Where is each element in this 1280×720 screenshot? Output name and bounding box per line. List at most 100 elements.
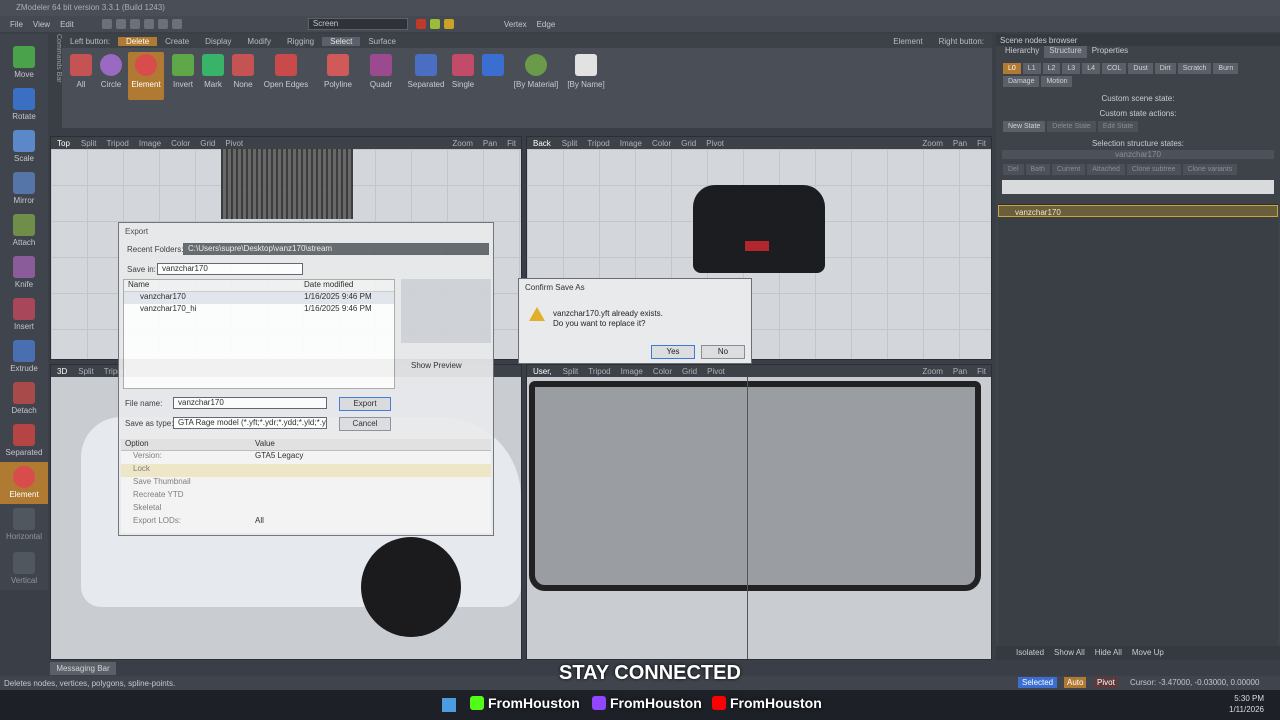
isolated-button[interactable]: Isolated [1016,648,1044,658]
vp-pivot[interactable]: Pivot [702,367,730,376]
axis-x-icon[interactable] [415,19,426,29]
messaging-bar-tab[interactable]: Messaging Bar [50,662,116,675]
vp-color[interactable]: Color [648,367,677,376]
tab-properties[interactable]: Properties [1087,46,1133,58]
extrude-tool[interactable]: Extrude [0,336,48,378]
vp-pan[interactable]: Pan [948,139,972,148]
vp-image[interactable]: Image [615,139,647,148]
option-value[interactable]: GTA5 Legacy [255,451,385,464]
tab-structure[interactable]: Structure [1044,46,1087,58]
knife-tool[interactable]: Knife [0,252,48,294]
motion-select[interactable]: Motion [1041,76,1073,87]
element-mode-badge[interactable]: Element [885,37,930,46]
menu-file[interactable]: File [6,20,27,29]
vp-split[interactable]: Split [557,139,583,148]
yes-button[interactable]: Yes [651,345,695,359]
vp-color[interactable]: Color [647,139,676,148]
render-icon[interactable] [171,19,182,29]
select-element-button[interactable]: Element [128,52,164,100]
pivot-indicator[interactable]: Pivot [1094,677,1118,688]
undo-icon[interactable] [143,19,154,29]
col-date[interactable]: Date modified [304,280,353,291]
edge-mode[interactable]: Edge [533,20,560,29]
vp-zoom[interactable]: Zoom [917,367,947,376]
state-input[interactable] [1002,180,1274,194]
select-by-material-button[interactable]: [By Material] [512,52,560,100]
show-preview-checkbox[interactable]: Show Preview [411,361,462,370]
lod-chip[interactable]: Burn [1213,63,1239,74]
selected-indicator[interactable]: Selected [1018,677,1058,688]
new-icon[interactable] [101,19,112,29]
lod-chip[interactable]: L1 [1022,63,1041,74]
save-type-select[interactable]: GTA Rage model (*.yft;*.ydr;*.ydd;*.yld;… [173,417,327,429]
lod-chip[interactable]: L2 [1042,63,1061,74]
sel-chip[interactable]: Clone subtree [1126,164,1181,175]
scale-tool[interactable]: Scale [0,126,48,168]
sel-chip[interactable]: Attached [1087,164,1125,175]
vp-color[interactable]: Color [166,139,195,148]
auto-indicator[interactable]: Auto [1064,677,1087,688]
select-by-name-button[interactable]: [By Name] [566,52,606,100]
tab-select[interactable]: Select [322,36,361,46]
lod-chip[interactable]: COL [1101,63,1127,74]
move-tool[interactable]: Move [0,42,48,84]
select-quadr-button[interactable]: Quadr [366,52,396,100]
tab-modify[interactable]: Modify [239,37,279,46]
vp-fit[interactable]: Fit [502,139,521,148]
select-none-button[interactable]: None [230,52,256,100]
vp-tripod[interactable]: Tripod [583,367,615,376]
viewport-user[interactable]: User, Split Tripod Image Color Grid Pivot Zoo… [526,364,992,660]
detach-tool[interactable]: Detach [0,378,48,420]
file-row-name[interactable]: vanzchar170 [124,292,304,304]
horizontal-tool[interactable]: Horizontal [0,504,48,546]
move-up-button[interactable]: Move Up [1132,648,1164,658]
vertex-mode[interactable]: Vertex [500,20,531,29]
tab-hierarchy[interactable]: Hierarchy [1000,46,1044,58]
select-invert-button[interactable]: Invert [170,52,196,100]
file-list[interactable]: Name Date modified vanzchar170 1/16/2025 9… [123,279,395,389]
vp-pivot[interactable]: Pivot [701,139,729,148]
lod-chip[interactable]: L3 [1062,63,1081,74]
lod-chip[interactable]: L0 [1003,63,1021,74]
select-all-button[interactable]: All [68,52,94,100]
select-separated-button[interactable]: Separated [406,52,446,100]
select-single-button[interactable]: Single [450,52,476,100]
file-name-input[interactable]: vanzchar170 [173,397,327,409]
vp-split[interactable]: Split [73,367,99,376]
windows-start-icon[interactable] [442,698,456,712]
vp-pan[interactable]: Pan [948,367,972,376]
select-id-button[interactable] [480,52,506,100]
recent-folders-select[interactable]: C:\Users\supre\Desktop\vanz170\stream [183,243,489,255]
tree-node[interactable]: vanzchar170 [998,205,1278,217]
new-state-button[interactable]: New State [1003,121,1046,132]
lod-chip[interactable]: Dust [1128,63,1153,74]
hide-all-button[interactable]: Hide All [1095,648,1122,658]
select-polyline-button[interactable]: Polyline [320,52,356,100]
vp-fit[interactable]: Fit [972,139,991,148]
vp-split[interactable]: Split [558,367,584,376]
open-icon[interactable] [115,19,126,29]
axis-z-icon[interactable] [443,19,454,29]
mirror-tool[interactable]: Mirror [0,168,48,210]
lod-chip[interactable]: Dirt [1154,63,1176,74]
viewport-user-canvas[interactable] [527,377,991,659]
lod-chip[interactable]: L4 [1082,63,1100,74]
show-all-button[interactable]: Show All [1054,648,1085,658]
vp-zoom[interactable]: Zoom [917,139,947,148]
vp-split[interactable]: Split [76,139,102,148]
vp-tripod[interactable]: Tripod [101,139,133,148]
no-button[interactable]: No [701,345,745,359]
menu-edit[interactable]: Edit [56,20,78,29]
vp-image[interactable]: Image [134,139,166,148]
element-tool[interactable]: Element [0,462,48,504]
delete-state-button[interactable]: Delete State [1047,121,1096,132]
sel-chip[interactable]: Del [1003,164,1024,175]
vp-grid[interactable]: Grid [676,139,701,148]
vp-tripod[interactable]: Tripod [582,139,614,148]
vp-pan[interactable]: Pan [478,139,502,148]
save-in-select[interactable]: vanzchar170 [157,263,303,275]
edit-state-button[interactable]: Edit State [1097,121,1139,132]
vp-fit[interactable]: Fit [972,367,991,376]
rotate-tool[interactable]: Rotate [0,84,48,126]
coord-system-select[interactable]: Screen [307,18,408,30]
